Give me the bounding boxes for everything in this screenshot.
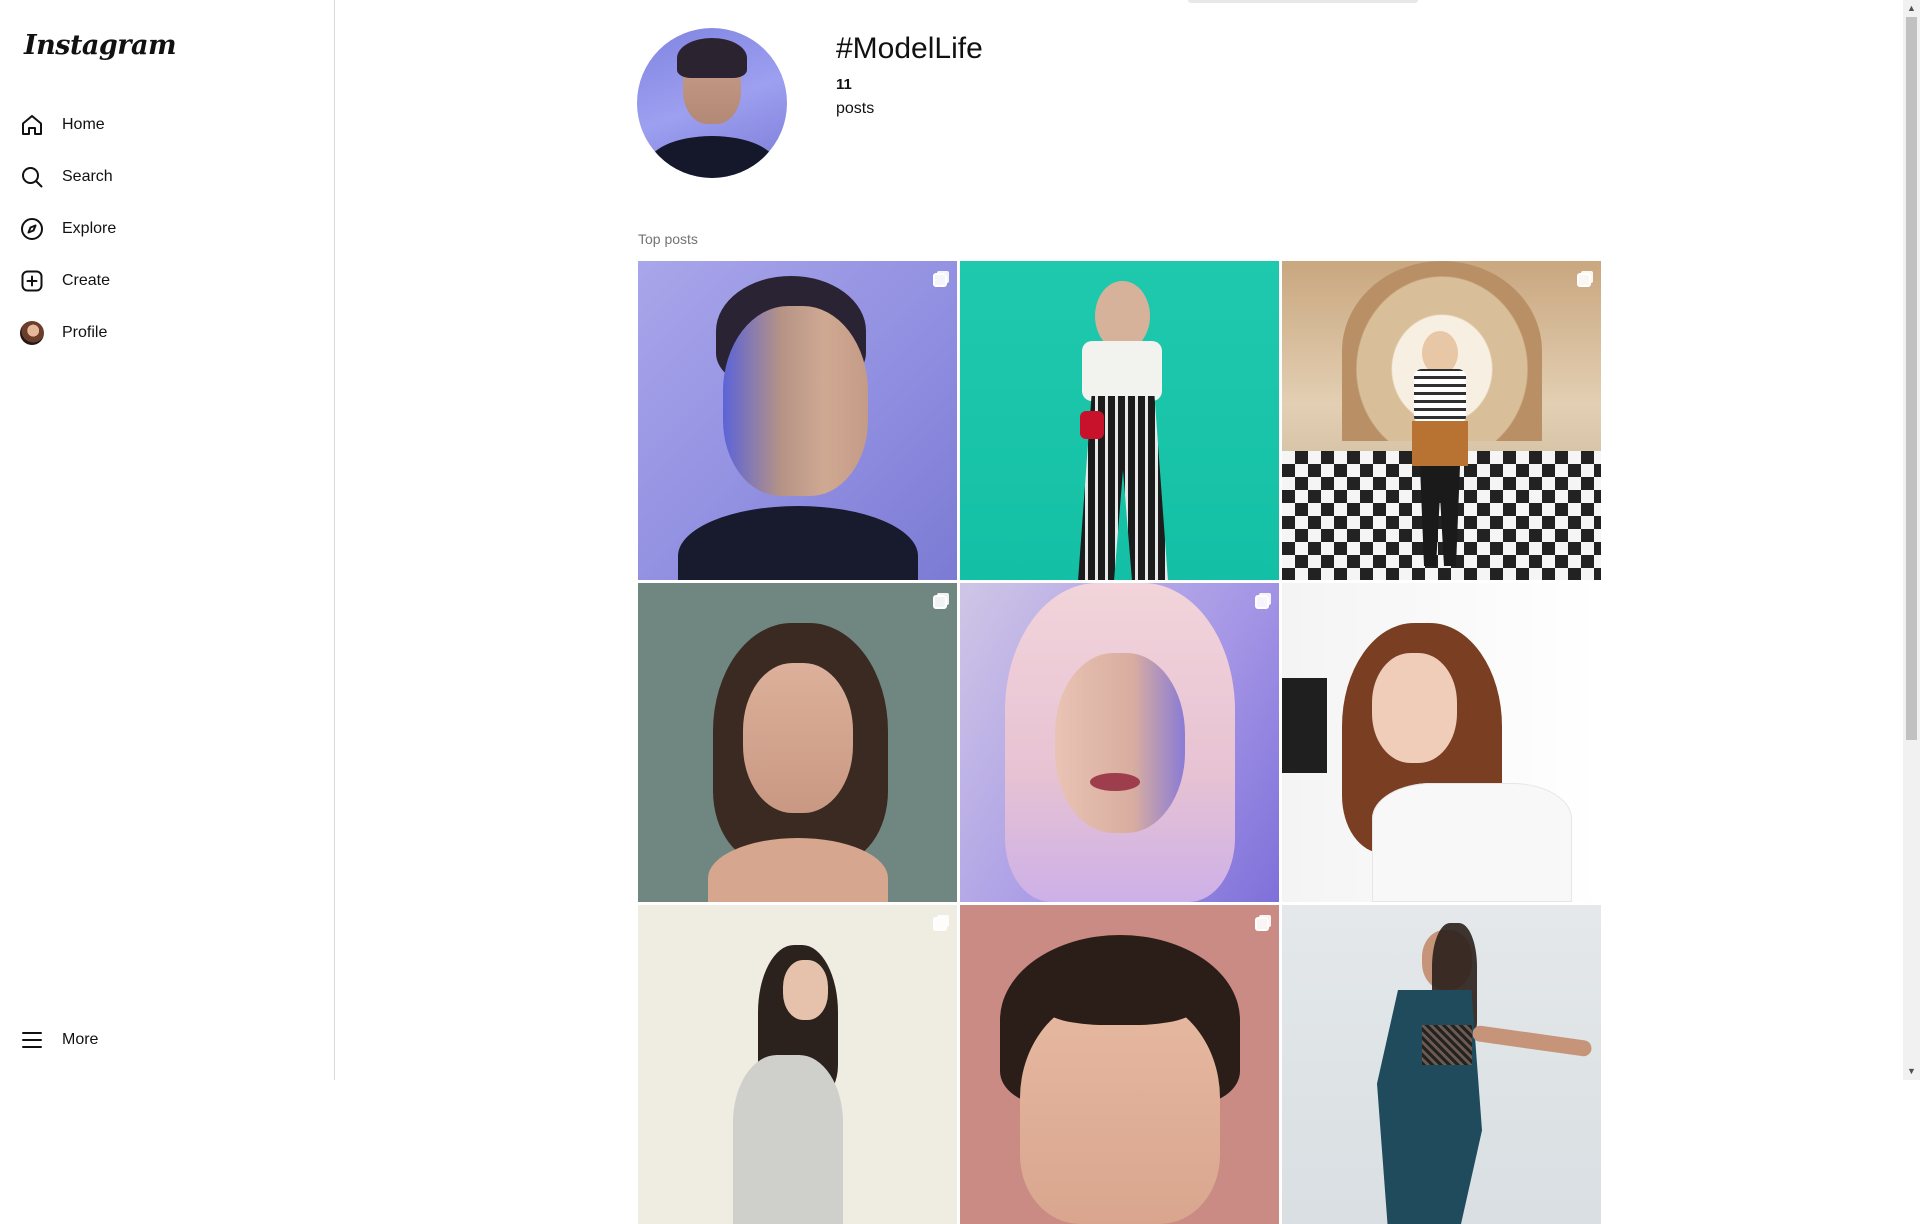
post-tile[interactable]	[638, 583, 957, 902]
post-count: 11	[836, 76, 852, 93]
carousel-icon	[1255, 595, 1269, 609]
carousel-icon	[1577, 273, 1591, 287]
compass-icon	[18, 215, 46, 243]
sidebar-item-label: Explore	[62, 220, 117, 237]
top-divider	[1188, 0, 1418, 3]
sidebar-item-more[interactable]: More	[18, 1020, 308, 1060]
vertical-scrollbar[interactable]: ▲ ▼	[1903, 0, 1920, 1080]
plus-square-icon	[18, 267, 46, 295]
menu-icon	[18, 1026, 46, 1054]
carousel-icon	[933, 273, 947, 287]
page-title: #ModelLife	[836, 32, 983, 65]
sidebar-item-label: Create	[62, 272, 111, 289]
sidebar-item-label: More	[62, 1031, 99, 1048]
hashtag-avatar	[637, 28, 787, 178]
carousel-icon	[933, 595, 947, 609]
sidebar-item-search[interactable]: Search	[18, 157, 308, 197]
post-tile[interactable]	[638, 905, 957, 1224]
post-count-label: posts	[836, 100, 875, 117]
sidebar: Instagram Home Search Explore Create Pro…	[0, 0, 335, 1080]
post-tile[interactable]	[960, 583, 1279, 902]
sidebar-item-home[interactable]: Home	[18, 105, 308, 145]
sidebar-item-label: Profile	[62, 324, 108, 341]
carousel-icon	[1255, 917, 1269, 931]
post-tile[interactable]	[1282, 583, 1601, 902]
post-tile[interactable]	[960, 905, 1279, 1224]
carousel-icon	[933, 917, 947, 931]
section-title: Top posts	[638, 231, 698, 247]
scroll-up-icon[interactable]: ▲	[1903, 0, 1920, 17]
avatar	[18, 319, 46, 347]
sidebar-item-create[interactable]: Create	[18, 261, 308, 301]
post-tile[interactable]	[960, 261, 1279, 580]
scroll-down-icon[interactable]: ▼	[1903, 1063, 1920, 1080]
post-tile[interactable]	[638, 261, 957, 580]
main-content: #ModelLife 11 posts Top posts	[336, 0, 1903, 1224]
post-tile[interactable]	[1282, 261, 1601, 580]
sidebar-item-explore[interactable]: Explore	[18, 209, 308, 249]
instagram-logo[interactable]: Instagram	[24, 30, 177, 61]
search-icon	[18, 163, 46, 191]
sidebar-item-label: Search	[62, 168, 113, 185]
home-icon	[18, 111, 46, 139]
scrollbar-thumb[interactable]	[1906, 17, 1917, 740]
sidebar-item-profile[interactable]: Profile	[18, 313, 308, 353]
sidebar-item-label: Home	[62, 116, 105, 133]
post-tile[interactable]	[1282, 905, 1601, 1224]
